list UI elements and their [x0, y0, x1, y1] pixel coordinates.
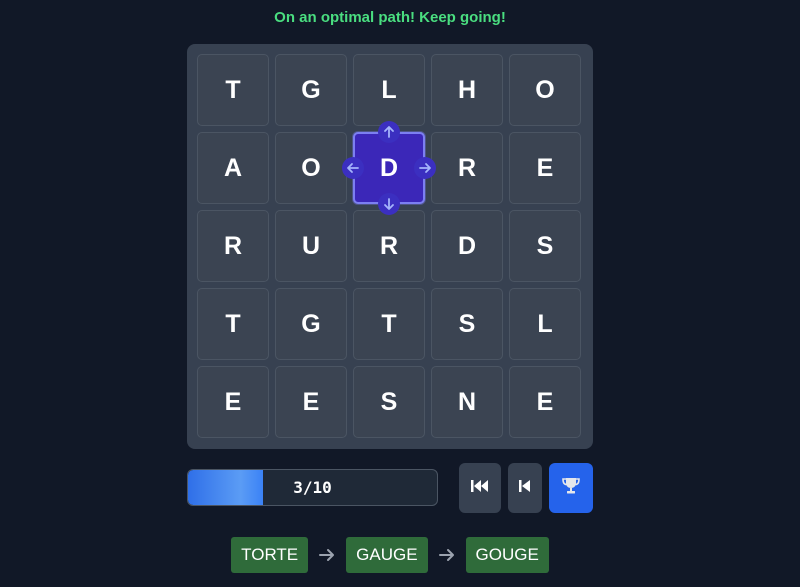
- step-back-button[interactable]: [508, 463, 542, 513]
- go-to-start-button[interactable]: [459, 463, 501, 513]
- progress-bar: 3/10: [187, 469, 438, 506]
- board-cell[interactable]: G: [275, 288, 347, 360]
- board-cell[interactable]: E: [509, 132, 581, 204]
- board-cell[interactable]: S: [509, 210, 581, 282]
- board-cell[interactable]: L: [509, 288, 581, 360]
- board-cell[interactable]: O: [509, 54, 581, 126]
- arrow-right-icon: [438, 547, 456, 563]
- board-cell[interactable]: E: [197, 366, 269, 438]
- trophy-icon: [560, 476, 582, 501]
- board-cell[interactable]: S: [431, 288, 503, 360]
- board-cell[interactable]: T: [353, 288, 425, 360]
- arrow-right-icon: [318, 547, 336, 563]
- board-cell[interactable]: R: [431, 132, 503, 204]
- move-down-arrow-icon[interactable]: [378, 193, 400, 215]
- move-left-arrow-icon[interactable]: [342, 157, 364, 179]
- board-cell[interactable]: G: [275, 54, 347, 126]
- word-chip: TORTE: [231, 537, 309, 573]
- show-solution-button[interactable]: [549, 463, 593, 513]
- step-back-icon: [517, 478, 533, 499]
- word-chip: GOUGE: [465, 537, 549, 573]
- move-up-arrow-icon[interactable]: [378, 121, 400, 143]
- board-cell[interactable]: H: [431, 54, 503, 126]
- letter-board: TGLHOAODRERURDSTGTSLEESNE: [187, 44, 593, 449]
- board-cell[interactable]: D: [431, 210, 503, 282]
- board-cell[interactable]: O: [275, 132, 347, 204]
- board-cell[interactable]: R: [197, 210, 269, 282]
- board-cell[interactable]: L: [353, 54, 425, 126]
- board-cell[interactable]: T: [197, 54, 269, 126]
- board-cell[interactable]: A: [197, 132, 269, 204]
- board-cell[interactable]: S: [353, 366, 425, 438]
- word-chip: GAUGE: [346, 537, 428, 573]
- board-cell[interactable]: E: [509, 366, 581, 438]
- word-chain: TORTE GAUGE GOUGE: [0, 537, 780, 573]
- skip-to-start-icon: [470, 478, 490, 499]
- game-page: On an optimal path! Keep going! TGLHOAOD…: [0, 0, 800, 587]
- progress-label: 3/10: [293, 478, 332, 497]
- board-cell[interactable]: N: [431, 366, 503, 438]
- move-right-arrow-icon[interactable]: [414, 157, 436, 179]
- status-message: On an optimal path! Keep going!: [274, 9, 506, 26]
- board-cell[interactable]: T: [197, 288, 269, 360]
- board-cell[interactable]: E: [275, 366, 347, 438]
- board-cell[interactable]: U: [275, 210, 347, 282]
- board-cell[interactable]: R: [353, 210, 425, 282]
